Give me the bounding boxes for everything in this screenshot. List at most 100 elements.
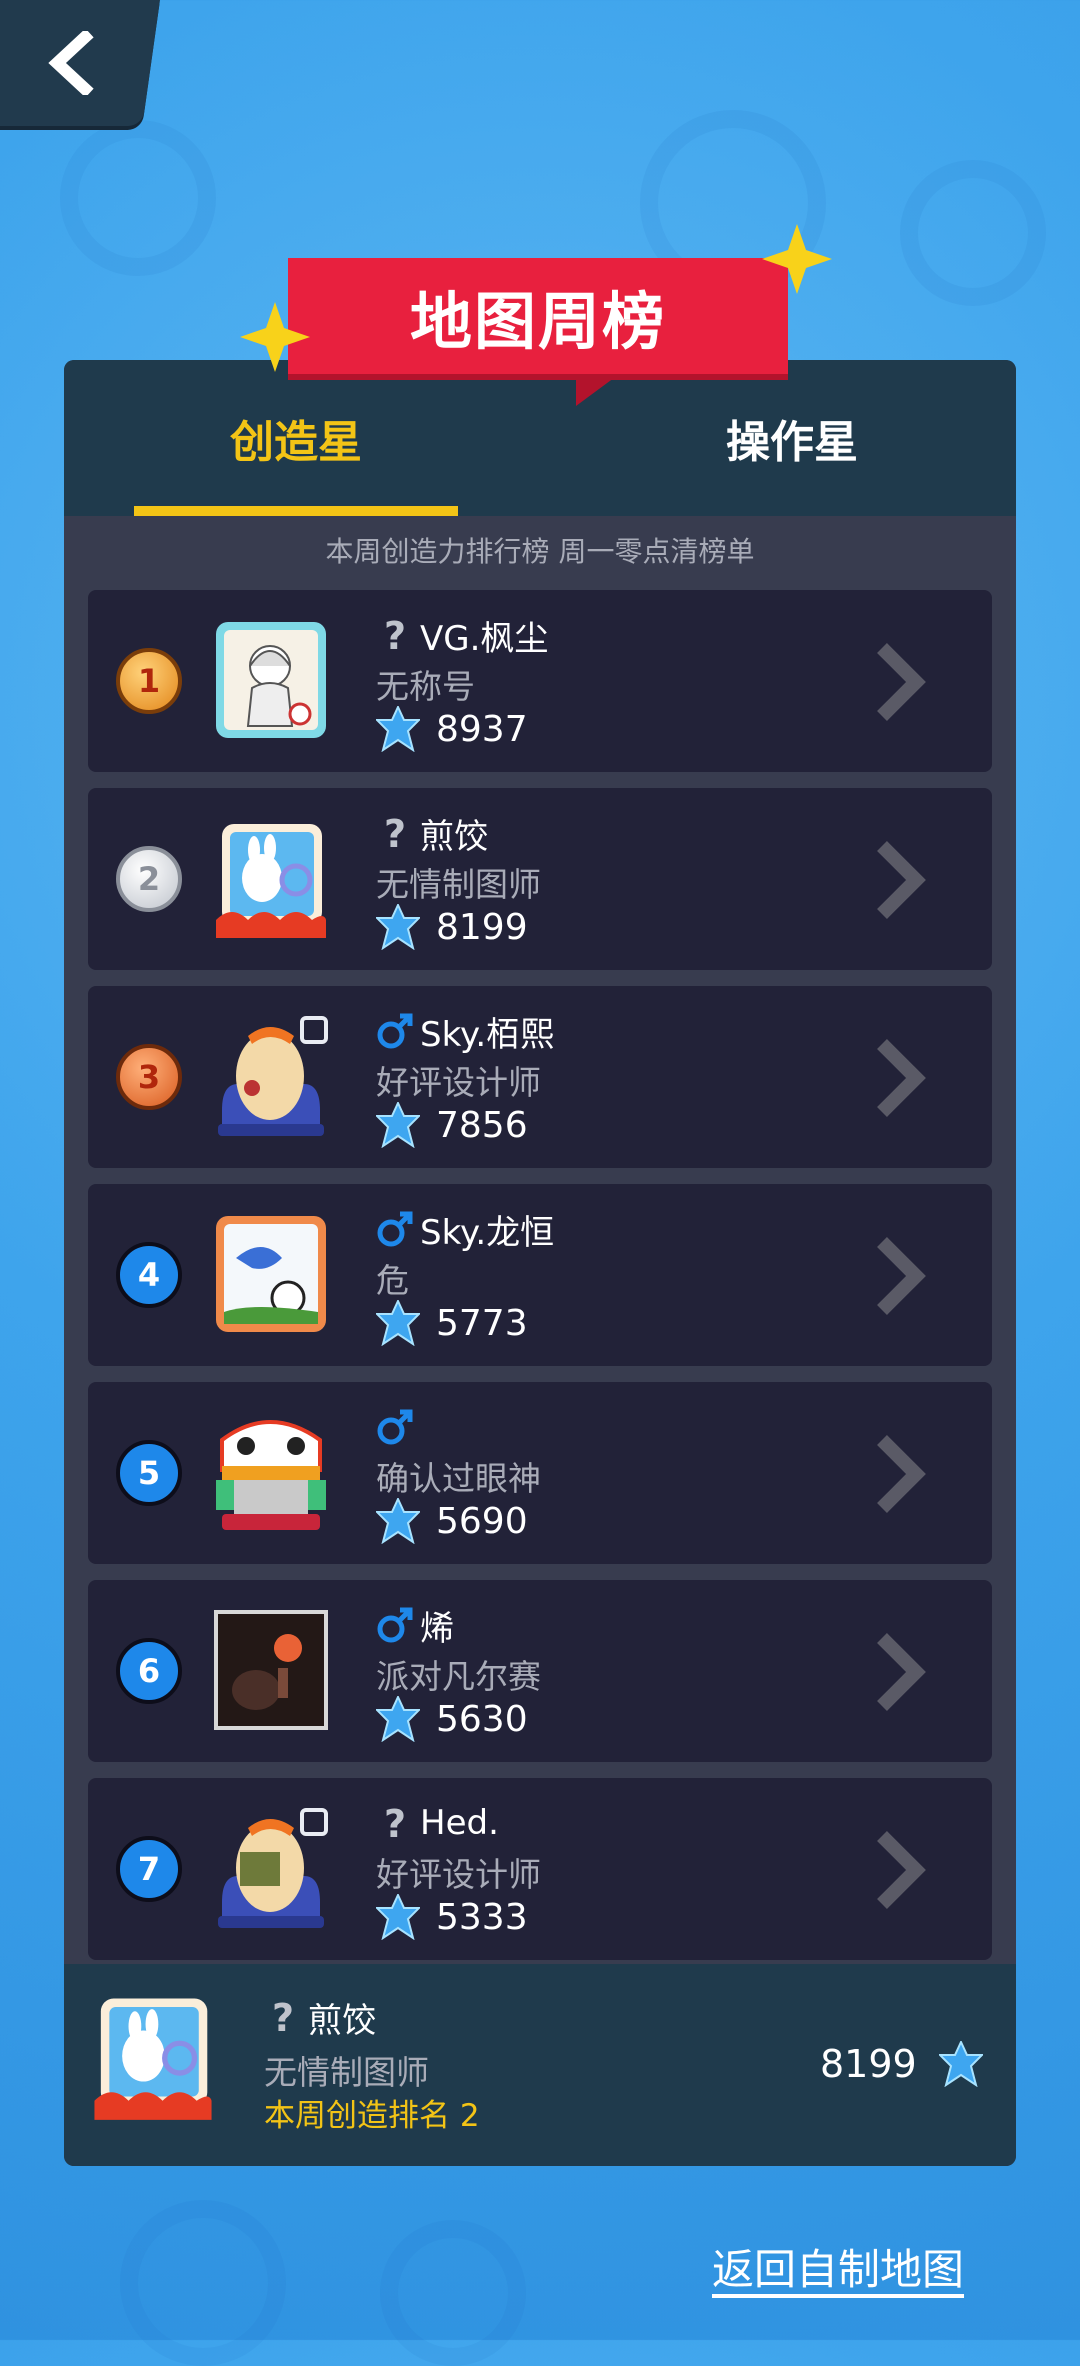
silver-medal-icon: 2 (116, 846, 182, 912)
player-name-line: Sky.栢熙 (376, 1008, 555, 1055)
my-name: 煎饺 (308, 2000, 376, 2041)
chevron-right-icon[interactable] (874, 840, 926, 920)
tab-creator-star[interactable]: 创造星 (134, 360, 458, 516)
blue-star-gem-icon (376, 706, 420, 752)
player-title: 无称号 (376, 667, 475, 706)
player-title: 好评设计师 (376, 1855, 541, 1894)
player-score-line: 8199 (376, 902, 528, 952)
leaderboard-panel: 创造星 操作星 本周创造力排行榜 周一零点清榜单 1 ? VG.枫尘 无称号 8… (64, 360, 1016, 2166)
ranking-row[interactable]: 7 ? Hed. 好评设计师 5333 (88, 1778, 992, 1960)
my-name-line: ? 煎饺 (264, 1994, 376, 2041)
player-name-line: Sky.龙恒 (376, 1206, 555, 1253)
blue-star-gem-icon (376, 1498, 420, 1544)
player-name-line: ? VG.枫尘 (376, 612, 549, 659)
player-name: 烯 (420, 1608, 454, 1649)
player-score-line: 8937 (376, 704, 528, 754)
back-button[interactable] (0, 0, 160, 126)
svg-text:?: ? (272, 1997, 294, 2037)
male-icon (377, 1607, 413, 1643)
svg-text:?: ? (384, 1803, 406, 1843)
chevron-right-icon[interactable] (874, 1632, 926, 1712)
avatar (214, 1610, 328, 1730)
star-icon (240, 302, 310, 372)
ranking-row[interactable]: 2 ? 煎饺 无情制图师 8199 (88, 788, 992, 970)
player-score: 5333 (436, 1896, 528, 1938)
player-score: 8199 (436, 906, 528, 948)
player-score-line: 5773 (376, 1298, 528, 1348)
rank-badge: 7 (116, 1836, 182, 1902)
player-name: Hed. (420, 1803, 499, 1843)
ranking-row[interactable]: 3 Sky.栢熙 好评设计师 7856 (88, 986, 992, 1168)
chevron-right-icon[interactable] (874, 1236, 926, 1316)
blue-star-gem-icon (938, 2041, 983, 2087)
player-title: 确认过眼神 (376, 1459, 541, 1498)
rank-badge: 6 (116, 1638, 182, 1704)
chevron-right-icon[interactable] (874, 642, 926, 722)
player-title: 派对凡尔赛 (376, 1657, 541, 1696)
male-icon (377, 1013, 413, 1049)
player-name-line: ? Hed. (376, 1800, 499, 1846)
tab-operator-star[interactable]: 操作星 (630, 360, 954, 516)
player-score-line: 7856 (376, 1100, 528, 1150)
player-name: VG.枫尘 (420, 618, 549, 659)
avatar (218, 1808, 328, 1928)
male-icon (377, 1211, 413, 1247)
player-score-line: 5630 (376, 1694, 528, 1744)
page-title: 地图周榜 (409, 285, 666, 358)
player-score: 5690 (436, 1500, 528, 1542)
unknown-gender-icon: ? (272, 1997, 294, 2037)
my-weekly-rank: 本周创造排名 2 (264, 2098, 480, 2134)
blue-star-gem-icon (376, 904, 420, 950)
star-icon (762, 224, 832, 294)
player-name: Sky.栢熙 (420, 1014, 555, 1055)
blue-star-gem-icon (376, 1102, 420, 1148)
player-name: 煎饺 (420, 816, 488, 857)
leaderboard-subtitle: 本周创造力排行榜 周一零点清榜单 (325, 535, 755, 568)
player-name-line (376, 1404, 420, 1450)
chevron-right-icon[interactable] (874, 1038, 926, 1118)
banner-tail (576, 372, 622, 406)
player-title: 危 (376, 1261, 409, 1300)
player-title: 好评设计师 (376, 1063, 541, 1102)
rank-badge: 5 (116, 1440, 182, 1506)
ranking-row[interactable]: 5 确认过眼神 5690 (88, 1382, 992, 1564)
my-ranking-bar: ? 煎饺 无情制图师 本周创造排名 2 8199 (64, 1964, 1016, 2166)
player-score: 8937 (436, 708, 528, 750)
player-name-line: 烯 (376, 1602, 454, 1649)
tab-bar: 创造星 操作星 (64, 360, 1016, 516)
my-score-line: 8199 (820, 2036, 983, 2092)
page-title-banner: 地图周榜 (288, 258, 788, 374)
chevron-right-icon[interactable] (874, 1830, 926, 1910)
my-title: 无情制图师 (264, 2053, 429, 2092)
unknown-gender-icon: ? (384, 615, 406, 655)
avatar (218, 1016, 328, 1136)
blue-star-gem-icon (376, 1696, 420, 1742)
player-score: 7856 (436, 1104, 528, 1146)
blue-star-gem-icon (376, 1894, 420, 1940)
player-score-line: 5690 (376, 1496, 528, 1546)
rank-badge: 4 (116, 1242, 182, 1308)
blue-star-gem-icon (376, 1300, 420, 1346)
my-score: 8199 (820, 2042, 917, 2086)
player-name: Sky.龙恒 (420, 1212, 555, 1253)
avatar (216, 1420, 326, 1530)
player-score: 5630 (436, 1698, 528, 1740)
avatar (216, 622, 326, 738)
ranking-row[interactable]: 1 ? VG.枫尘 无称号 8937 (88, 590, 992, 772)
svg-text:?: ? (384, 813, 406, 853)
ranking-row[interactable]: 4 Sky.龙恒 危 5773 (88, 1184, 992, 1366)
player-score: 5773 (436, 1302, 528, 1344)
unknown-gender-icon: ? (384, 1803, 406, 1843)
player-score-line: 5333 (376, 1892, 528, 1942)
male-icon (377, 1409, 413, 1445)
player-name-line: ? 煎饺 (376, 810, 488, 857)
chevron-left-icon (48, 31, 94, 95)
bronze-medal-icon: 3 (116, 1044, 182, 1110)
ranking-row[interactable]: 6 烯 派对凡尔赛 5630 (88, 1580, 992, 1762)
svg-text:?: ? (384, 615, 406, 655)
chevron-right-icon[interactable] (874, 1434, 926, 1514)
unknown-gender-icon: ? (384, 813, 406, 853)
return-to-custom-maps-link[interactable]: 返回自制地图 (712, 2236, 964, 2297)
player-title: 无情制图师 (376, 865, 541, 904)
gold-medal-icon: 1 (116, 648, 182, 714)
